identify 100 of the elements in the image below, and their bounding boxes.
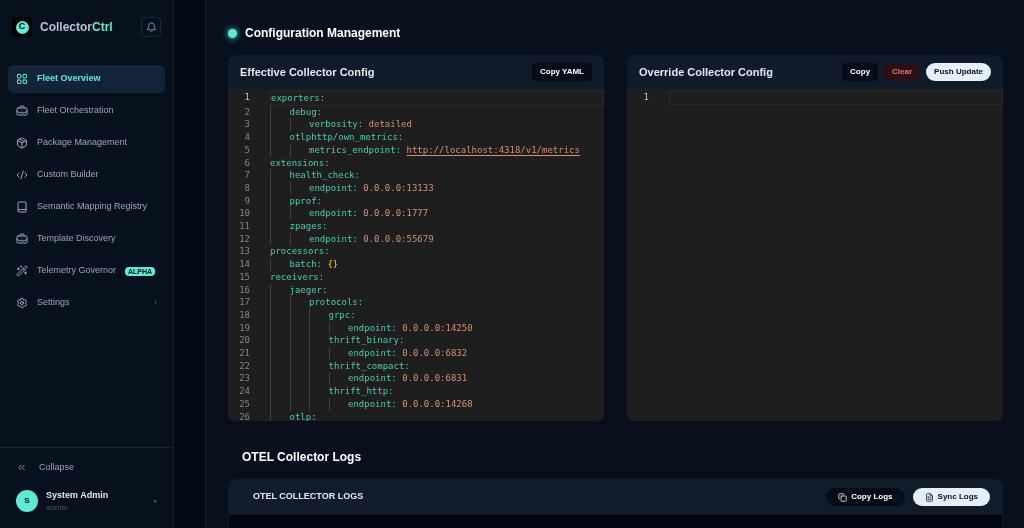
wand-icon — [16, 265, 28, 277]
brand-name: CollectorCtrl — [40, 19, 113, 36]
line-number: 17 — [238, 296, 251, 309]
code-editor[interactable]: 1 — [627, 89, 1003, 421]
nav-item[interactable]: Settings › — [8, 289, 165, 317]
line-number: 20 — [238, 334, 251, 348]
line-number: 9 — [243, 194, 251, 208]
line-number: 26 — [238, 410, 251, 421]
line-number: 12 — [238, 232, 251, 246]
user-role: admin — [46, 502, 69, 514]
line-number: 5 — [243, 143, 251, 157]
action-button[interactable]: Copy — [842, 63, 879, 81]
action-button[interactable]: Copy YAML — [532, 63, 592, 81]
yaml-key: endpoint: — [348, 321, 397, 335]
briefcase-icon — [16, 105, 28, 117]
user-name: System Admin — [46, 488, 109, 502]
line-number: 14 — [238, 258, 251, 271]
page-title: Configuration Management — [245, 25, 401, 42]
line-number: 24 — [238, 385, 251, 398]
copy-icon — [838, 492, 848, 502]
yaml-value: 0.0.0.0:14250 — [402, 321, 473, 335]
book-icon — [16, 201, 28, 213]
yaml-value: 0.0.0.0:1777 — [363, 207, 429, 221]
line-number: 25 — [238, 397, 251, 411]
yaml-value: 0.0.0.0:55679 — [363, 232, 434, 246]
line-number: 1 — [642, 91, 650, 104]
yaml-key: exporters: — [271, 92, 326, 105]
settings-icon — [16, 297, 28, 309]
nav-item[interactable]: Custom Builder — [8, 161, 165, 189]
line-number: 21 — [238, 347, 251, 360]
briefcase-icon — [16, 233, 28, 245]
yaml-key: verbosity: — [309, 118, 364, 132]
yaml-key: debug: — [289, 105, 322, 119]
yaml-value: 0.0.0.0:13133 — [363, 181, 434, 195]
chevron-icon: › — [154, 296, 157, 310]
card-title: Override Collector Config — [639, 64, 773, 80]
yaml-key: endpoint: — [309, 207, 358, 221]
line-number: 19 — [238, 321, 251, 335]
line-number: 2 — [243, 105, 251, 119]
nav-item[interactable]: Template Discovery — [8, 225, 165, 253]
bell-icon — [145, 21, 157, 33]
yaml-key: endpoint: — [309, 232, 358, 246]
line-number: 7 — [243, 169, 251, 182]
collapse-button[interactable]: Collapse — [16, 461, 157, 475]
yaml-value: 0.0.0.0:14268 — [402, 397, 473, 411]
yaml-key: processors: — [270, 245, 330, 259]
yaml-key: jaeger: — [289, 283, 328, 297]
line-number: 4 — [243, 131, 251, 144]
yaml-key: pprof: — [289, 194, 322, 208]
action-button[interactable]: Push Update — [926, 63, 991, 81]
line-number: 3 — [243, 118, 251, 132]
line-number: 16 — [238, 283, 251, 297]
yaml-value: {} — [327, 258, 339, 271]
grid-icon — [16, 73, 28, 85]
notification-button[interactable] — [141, 17, 161, 37]
nav-item[interactable]: Package Management — [8, 129, 165, 157]
yaml-key: endpoint: — [348, 397, 397, 411]
yaml-key: thrift_http: — [328, 385, 394, 398]
yaml-value: 0.0.0.0:6831 — [402, 372, 468, 386]
yaml-key: protocols: — [309, 296, 364, 309]
yaml-key: endpoint: — [348, 372, 397, 386]
line-number: 13 — [238, 245, 251, 259]
url-link[interactable]: http://localhost:4318/v1/metrics — [406, 143, 580, 157]
yaml-key: zpages: — [289, 220, 328, 233]
yaml-key: batch: — [289, 258, 322, 271]
action-button[interactable]: Clear — [884, 63, 921, 81]
nav-item[interactable]: Fleet Orchestration — [8, 97, 165, 125]
yaml-key: endpoint: — [348, 347, 397, 360]
code-icon — [16, 169, 28, 181]
avatar: S — [16, 490, 38, 513]
yaml-key: thrift_binary: — [328, 334, 405, 348]
yaml-key: metrics_endpoint: — [309, 143, 402, 157]
action-button[interactable]: Copy Logs — [826, 488, 905, 506]
document-icon — [924, 492, 934, 502]
yaml-key: health_check: — [289, 169, 360, 182]
line-number: 15 — [238, 270, 251, 284]
yaml-key: extensions: — [270, 156, 330, 170]
line-number: 6 — [243, 156, 251, 170]
card-title: OTEL COLLECTOR LOGS — [253, 490, 364, 504]
yaml-key: otlphttp/own_metrics: — [289, 131, 404, 144]
line-number: 23 — [238, 372, 251, 386]
yaml-key: receivers: — [270, 270, 325, 284]
nav-item[interactable]: Semantic Mapping Registry — [8, 193, 165, 221]
yaml-key: otlp: — [289, 410, 317, 421]
yaml-value: 0.0.0.0:6832 — [402, 347, 468, 360]
line-number: 22 — [238, 359, 251, 373]
yaml-key: endpoint: — [309, 181, 358, 195]
yaml-value: detailed — [368, 118, 412, 132]
box-icon — [16, 137, 28, 149]
line-number: 11 — [238, 220, 251, 233]
logo-icon: C — [12, 17, 32, 37]
line-number: 10 — [238, 207, 251, 221]
line-number: 8 — [243, 181, 251, 195]
action-button[interactable]: Sync Logs — [912, 488, 990, 506]
card-title: Effective Collector Config — [240, 64, 375, 80]
section-title: OTEL Collector Logs — [242, 449, 362, 466]
yaml-key: grpc: — [328, 308, 356, 322]
line-number: 1 — [243, 91, 251, 104]
nav-item[interactable]: Fleet Overview — [8, 65, 165, 93]
line-number: 18 — [238, 308, 251, 322]
